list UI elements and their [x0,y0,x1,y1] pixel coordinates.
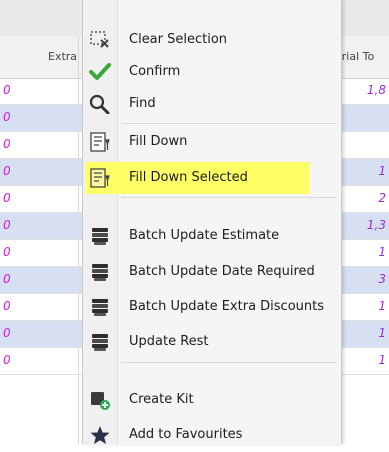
menu-item-label: Batch Update Date Required [129,264,315,279]
menu-separator [121,123,337,124]
stack-icon [89,297,111,317]
menu-item-find[interactable]: Find [83,87,341,121]
menu-item-confirm[interactable]: Confirm [83,55,341,89]
table-cell[interactable]: 0 [3,353,11,367]
menu-item-create-kit[interactable]: Create Kit [83,383,341,417]
menu-item-fill-down-selected[interactable]: Fill Down Selected [83,161,341,195]
menu-item-add-to-favourites[interactable]: Add to Favourites [83,418,341,452]
table-cell[interactable]: 0 [3,83,11,97]
magnifier-icon [89,94,111,114]
star-icon [89,425,111,445]
menu-item-label: Find [129,96,156,111]
fill-down-selected-icon [89,168,111,188]
clear-selection-icon [89,30,111,50]
table-cell[interactable]: 0 [3,245,11,259]
table-cell[interactable]: 1 [378,164,386,178]
table-cell[interactable]: 0 [3,218,11,232]
menu-separator [121,362,337,363]
menu-separator [121,197,337,198]
table-cell[interactable]: 0 [3,164,11,178]
menu-item-label: Update Rest [129,334,209,349]
table-cell[interactable]: 0 [3,299,11,313]
table-cell[interactable]: 1,3 [367,218,386,232]
menu-item-label: Create Kit [129,392,194,407]
create-kit-icon [89,390,111,410]
menu-item-batch-update-date-required[interactable]: Batch Update Date Required [83,255,341,289]
table-cell[interactable]: 0 [3,326,11,340]
menu-item-batch-update-extra-discounts[interactable]: Batch Update Extra Discounts [83,290,341,324]
table-cell[interactable]: 1 [378,326,386,340]
table-cell[interactable]: 0 [3,272,11,286]
table-cell[interactable]: 1 [378,353,386,367]
column-header-extra[interactable]: Extra [48,50,77,63]
stack-icon [89,226,111,246]
stack-icon [89,262,111,282]
menu-item-label: Fill Down [129,134,188,149]
menu-item-label: Confirm [129,64,181,79]
table-cell[interactable]: 2 [378,191,386,205]
menu-item-label: Batch Update Extra Discounts [129,299,325,314]
context-menu: Clear Selection Confirm Find Fill Down F… [82,0,342,444]
table-cell[interactable]: 1,8 [367,83,386,97]
menu-item-update-rest[interactable]: Update Rest [83,325,341,359]
table-cell[interactable]: 1 [378,245,386,259]
table-cell[interactable]: 0 [3,191,11,205]
checkmark-icon [89,62,111,82]
table-cell[interactable]: 0 [3,137,11,151]
stack-icon [89,332,111,352]
menu-item-fill-down[interactable]: Fill Down [83,125,341,159]
menu-item-batch-update-estimate[interactable]: Batch Update Estimate [83,219,341,253]
menu-item-label: Fill Down Selected [129,170,248,185]
fill-down-icon [89,132,111,152]
table-cell[interactable]: 0 [3,110,11,124]
table-cell[interactable]: 1 [378,299,386,313]
menu-item-label: Batch Update Estimate [129,228,280,243]
table-cell[interactable]: 3 [378,272,386,286]
menu-item-label: Add to Favourites [129,427,243,442]
menu-item-label: Clear Selection [129,32,228,47]
menu-item-clear-selection[interactable]: Clear Selection [83,23,341,57]
